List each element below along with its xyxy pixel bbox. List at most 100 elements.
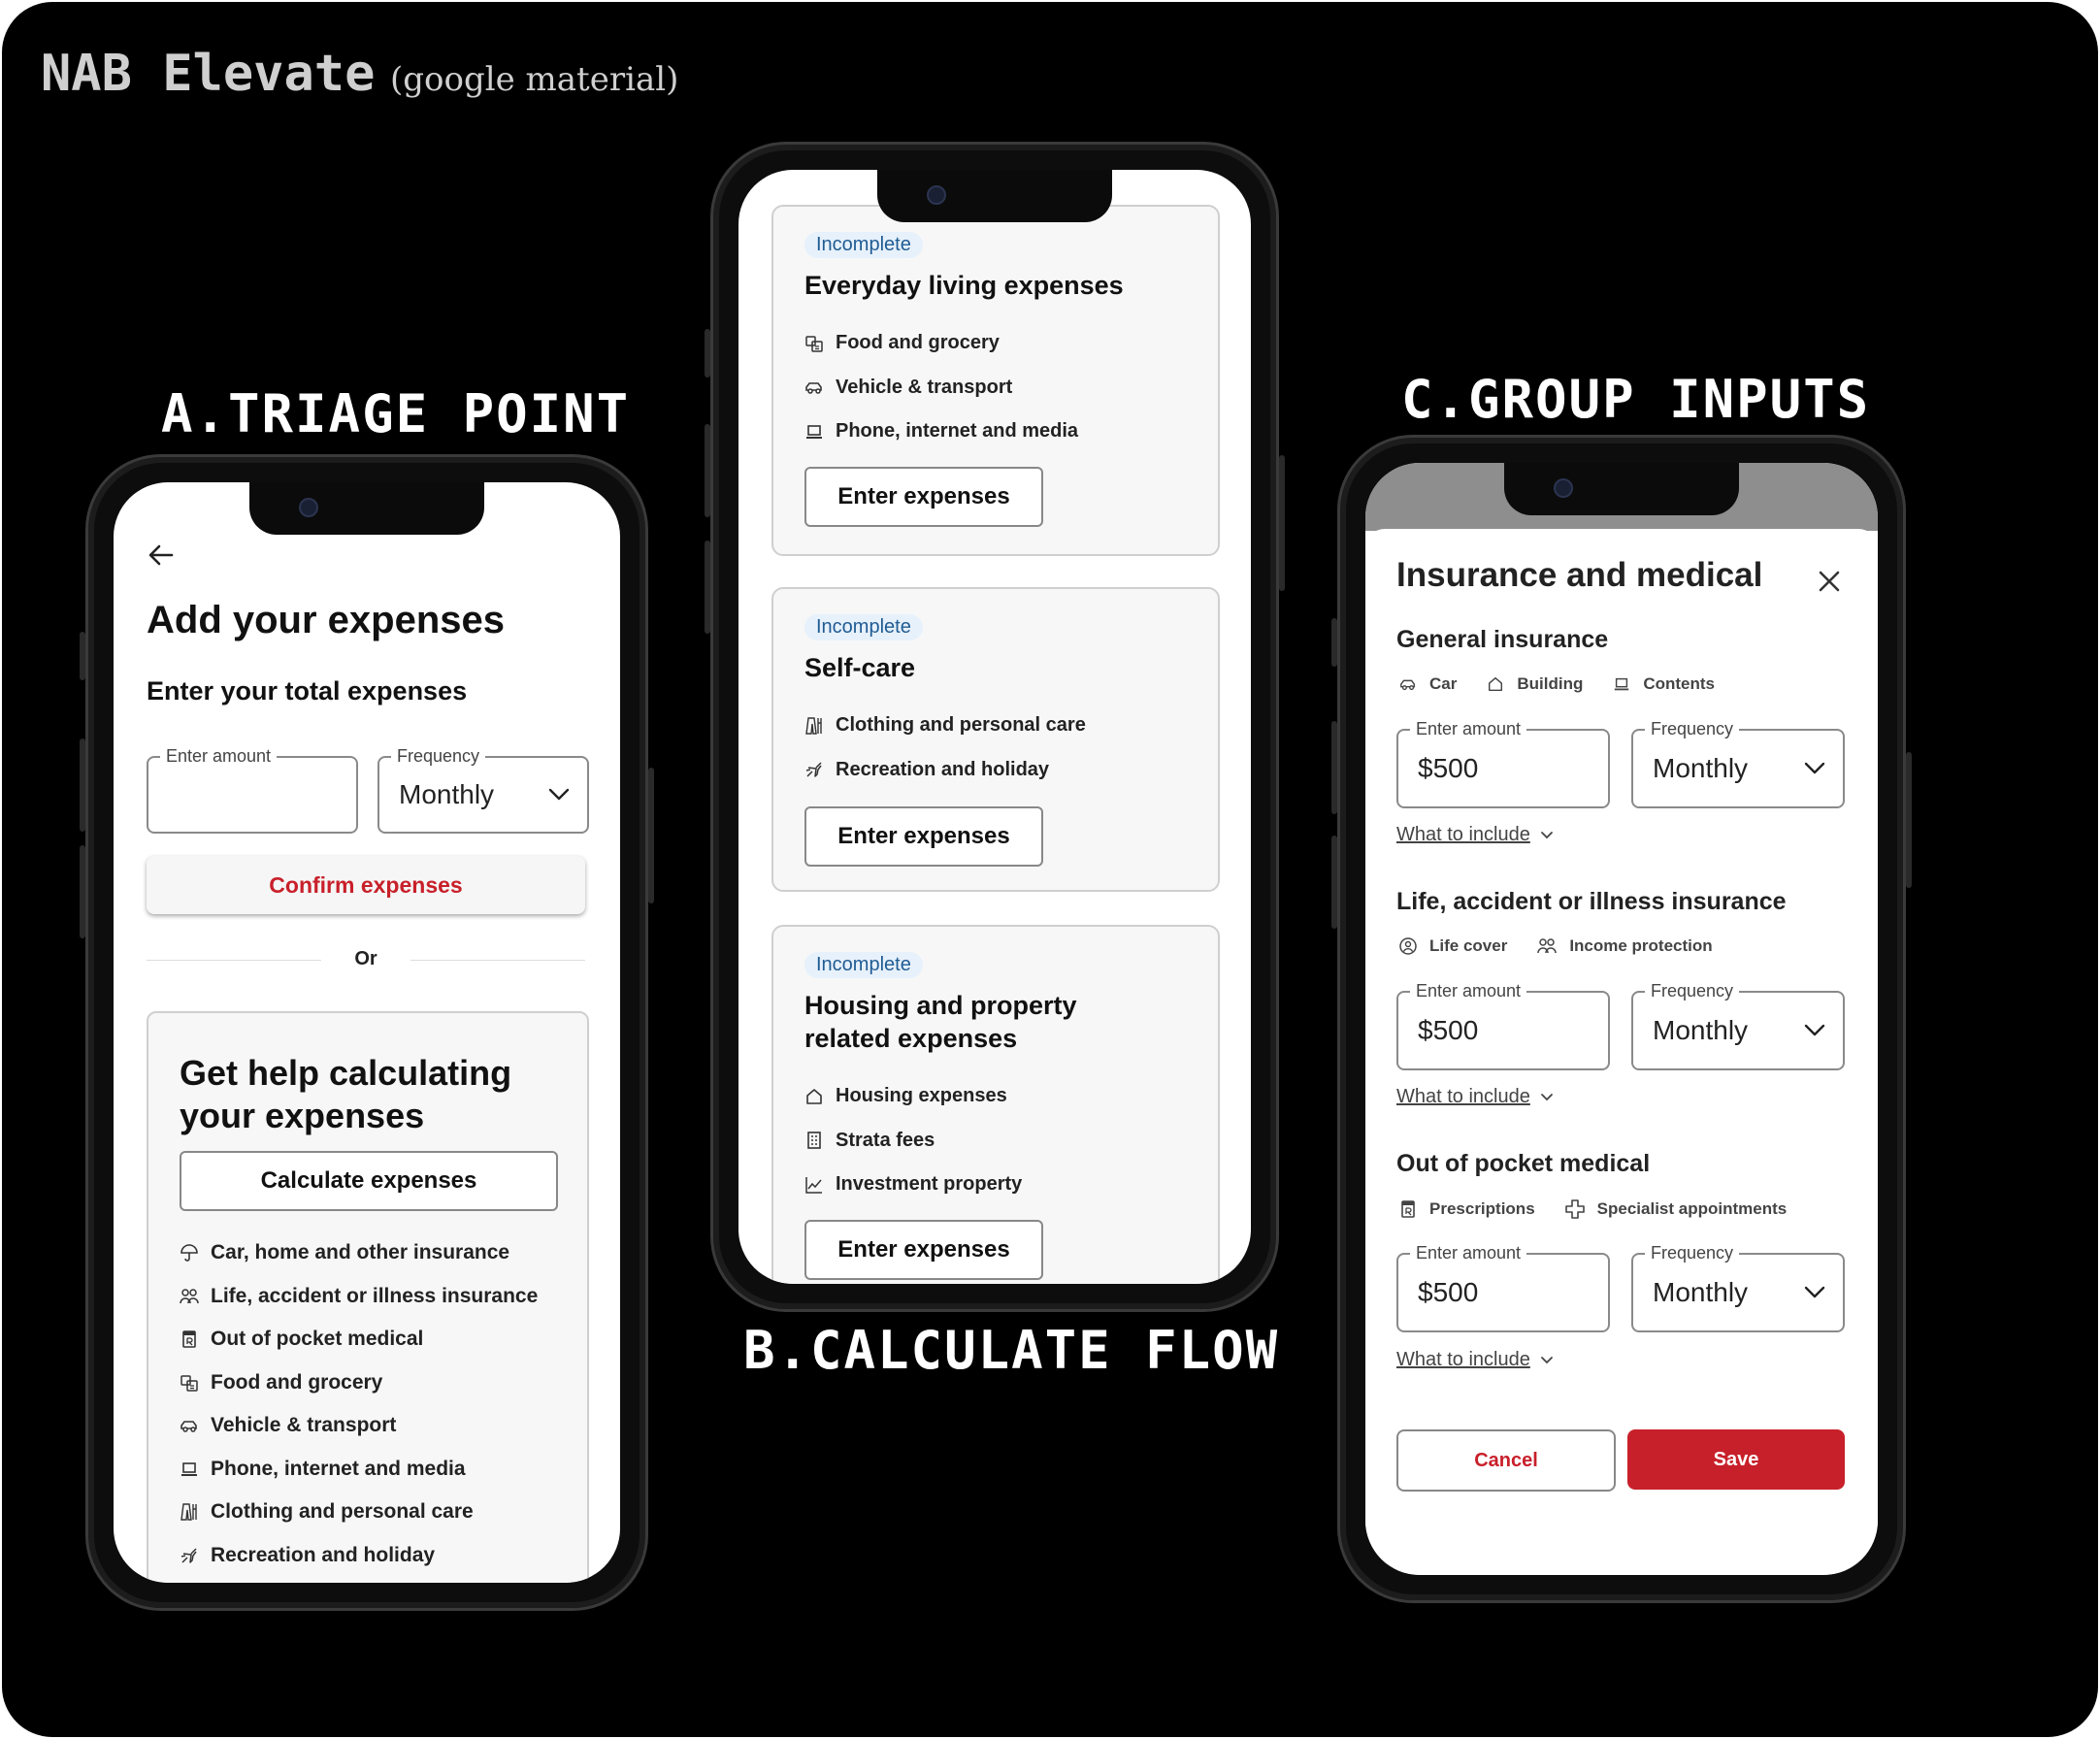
laptop-icon [804,422,824,442]
notch [249,482,484,535]
phone-triage: Add your expenses Enter your total expen… [80,454,654,1611]
car-icon [180,1416,199,1435]
what-to-include-toggle[interactable]: What to include [1396,1349,1554,1371]
chevron-down-icon [548,788,570,802]
status-badge: Incomplete [804,232,923,258]
chip: Specialist appointments [1564,1198,1788,1220]
people-icon [1536,936,1558,956]
amount-field-label: Enter amount [160,746,278,767]
phone-triage-screen: Add your expenses Enter your total expen… [114,482,620,1583]
status-badge: Incomplete [804,952,923,978]
frequency-select[interactable]: Frequency Monthly [1631,981,1845,1070]
grocery-icon [180,1373,199,1393]
prescription-icon [1398,1199,1418,1219]
laptop-icon [180,1460,199,1479]
amount-field[interactable]: Enter amount [147,746,358,834]
confirm-expenses-button[interactable]: Confirm expenses [147,856,585,914]
amount-field-label: Enter amount [1410,981,1527,1001]
list-item: Clothing and personal care [804,704,1086,748]
amount-field[interactable]: Enter amount $500 [1396,1243,1610,1332]
card-title: Self-care [804,653,916,682]
list-item-label: Vehicle & transport [211,1414,397,1437]
laptop-icon [1612,675,1631,693]
person-circle-icon [1398,936,1418,956]
people-icon [180,1287,199,1306]
amount-field-label: Enter amount [1410,1243,1527,1263]
frequency-select-value: Monthly [1653,1015,1749,1045]
brand-subtitle: (google material) [390,60,679,99]
list-item: Recreation and holiday [804,748,1086,793]
car-icon [1398,675,1418,693]
chart-icon [804,1175,824,1195]
enter-expenses-button[interactable]: Enter expenses [804,1220,1043,1280]
phone-calculate-flow: Incomplete Everyday living expenses Food… [705,142,1285,1312]
prescription-icon [180,1329,199,1349]
frequency-select-label: Frequency [1645,1243,1740,1263]
section-heading-a: A.TRIAGE POINT [161,383,631,444]
list-item-label: Vehicle & transport [836,376,1013,398]
what-to-include-toggle[interactable]: What to include [1396,824,1554,846]
what-to-include-label: What to include [1396,1349,1530,1370]
list-item-label: Clothing and personal care [836,714,1086,737]
chip: Life cover [1398,936,1507,956]
umbrella-icon [180,1243,199,1263]
list-item-label: Phone, internet and media [836,420,1079,443]
category-list: Housing expenses Strata fees Investment … [804,1074,1022,1207]
list-item-label: Clothing and personal care [211,1500,474,1524]
list-item: Vehicle & transport [180,1404,538,1448]
save-button[interactable]: Save [1627,1429,1845,1490]
expense-card: Incomplete Everyday living expenses Food… [771,205,1220,556]
notch [877,170,1112,222]
frequency-select-label: Frequency [391,746,486,767]
list-item-label: Food and grocery [211,1370,383,1394]
calculate-expenses-button[interactable]: Calculate expenses [180,1151,558,1211]
phone-group-screen: Insurance and medical General insurance … [1365,463,1878,1575]
amount-field-value: $500 [1418,1277,1479,1307]
chip-row: Prescriptions Specialist appointments [1398,1198,1816,1220]
chevron-down-icon [1540,1093,1554,1102]
frequency-select[interactable]: Frequency Monthly [1631,719,1845,808]
camera [299,498,318,517]
chip-row: Life cover Income protection [1398,936,1742,956]
category-list: Food and grocery Vehicle & transport Pho… [804,321,1078,454]
section-title: General insurance [1396,626,1609,653]
frequency-select[interactable]: Frequency Monthly [377,746,589,834]
amount-field[interactable]: Enter amount $500 [1396,719,1610,808]
list-item: Strata fees [804,1119,1022,1164]
list-item-label: Food and grocery [836,332,1000,354]
category-list: Clothing and personal care Recreation an… [804,704,1086,792]
amount-field[interactable]: Enter amount $500 [1396,981,1610,1070]
house-icon [1486,675,1505,693]
enter-expenses-button[interactable]: Enter expenses [804,806,1043,867]
close-icon[interactable] [1818,570,1841,593]
clothing-icon [180,1502,199,1522]
frequency-select[interactable]: Frequency Monthly [1631,1243,1845,1332]
enter-expenses-button[interactable]: Enter expenses [804,467,1043,527]
phone-calculate-screen: Incomplete Everyday living expenses Food… [738,170,1251,1284]
list-item-label: Phone, internet and media [211,1457,466,1480]
section-title: Out of pocket medical [1396,1150,1651,1177]
frequency-select-label: Frequency [1645,981,1740,1001]
cancel-button[interactable]: Cancel [1396,1429,1616,1492]
list-item: Vehicle & transport [804,366,1078,410]
phone-group-inputs: Insurance and medical General insurance … [1331,435,1912,1603]
chip: Income protection [1536,936,1713,956]
chip-label: Specialist appointments [1596,1199,1788,1218]
back-arrow-icon[interactable] [147,541,176,570]
list-item-label: Housing expenses [836,1085,1007,1107]
list-item: Recreation and holiday [180,1534,538,1578]
amount-field-value: $500 [1418,753,1479,783]
plane-icon [804,760,824,779]
what-to-include-toggle[interactable]: What to include [1396,1086,1554,1108]
clothing-icon [804,716,824,736]
notch [1504,463,1739,515]
help-calculating-card: Get help calculating your expenses Calcu… [147,1011,589,1583]
section-title: Life, accident or illness insurance [1396,888,1787,915]
list-item: Car, home and other insurance [180,1231,538,1275]
brand-title: NAB Elevate [41,45,376,103]
amount-field-value: $500 [1418,1015,1479,1045]
chevron-down-icon [1804,1024,1825,1037]
chevron-down-icon [1804,762,1825,775]
building-icon [804,1131,824,1150]
category-list: Car, home and other insurance Life, acci… [180,1231,538,1577]
